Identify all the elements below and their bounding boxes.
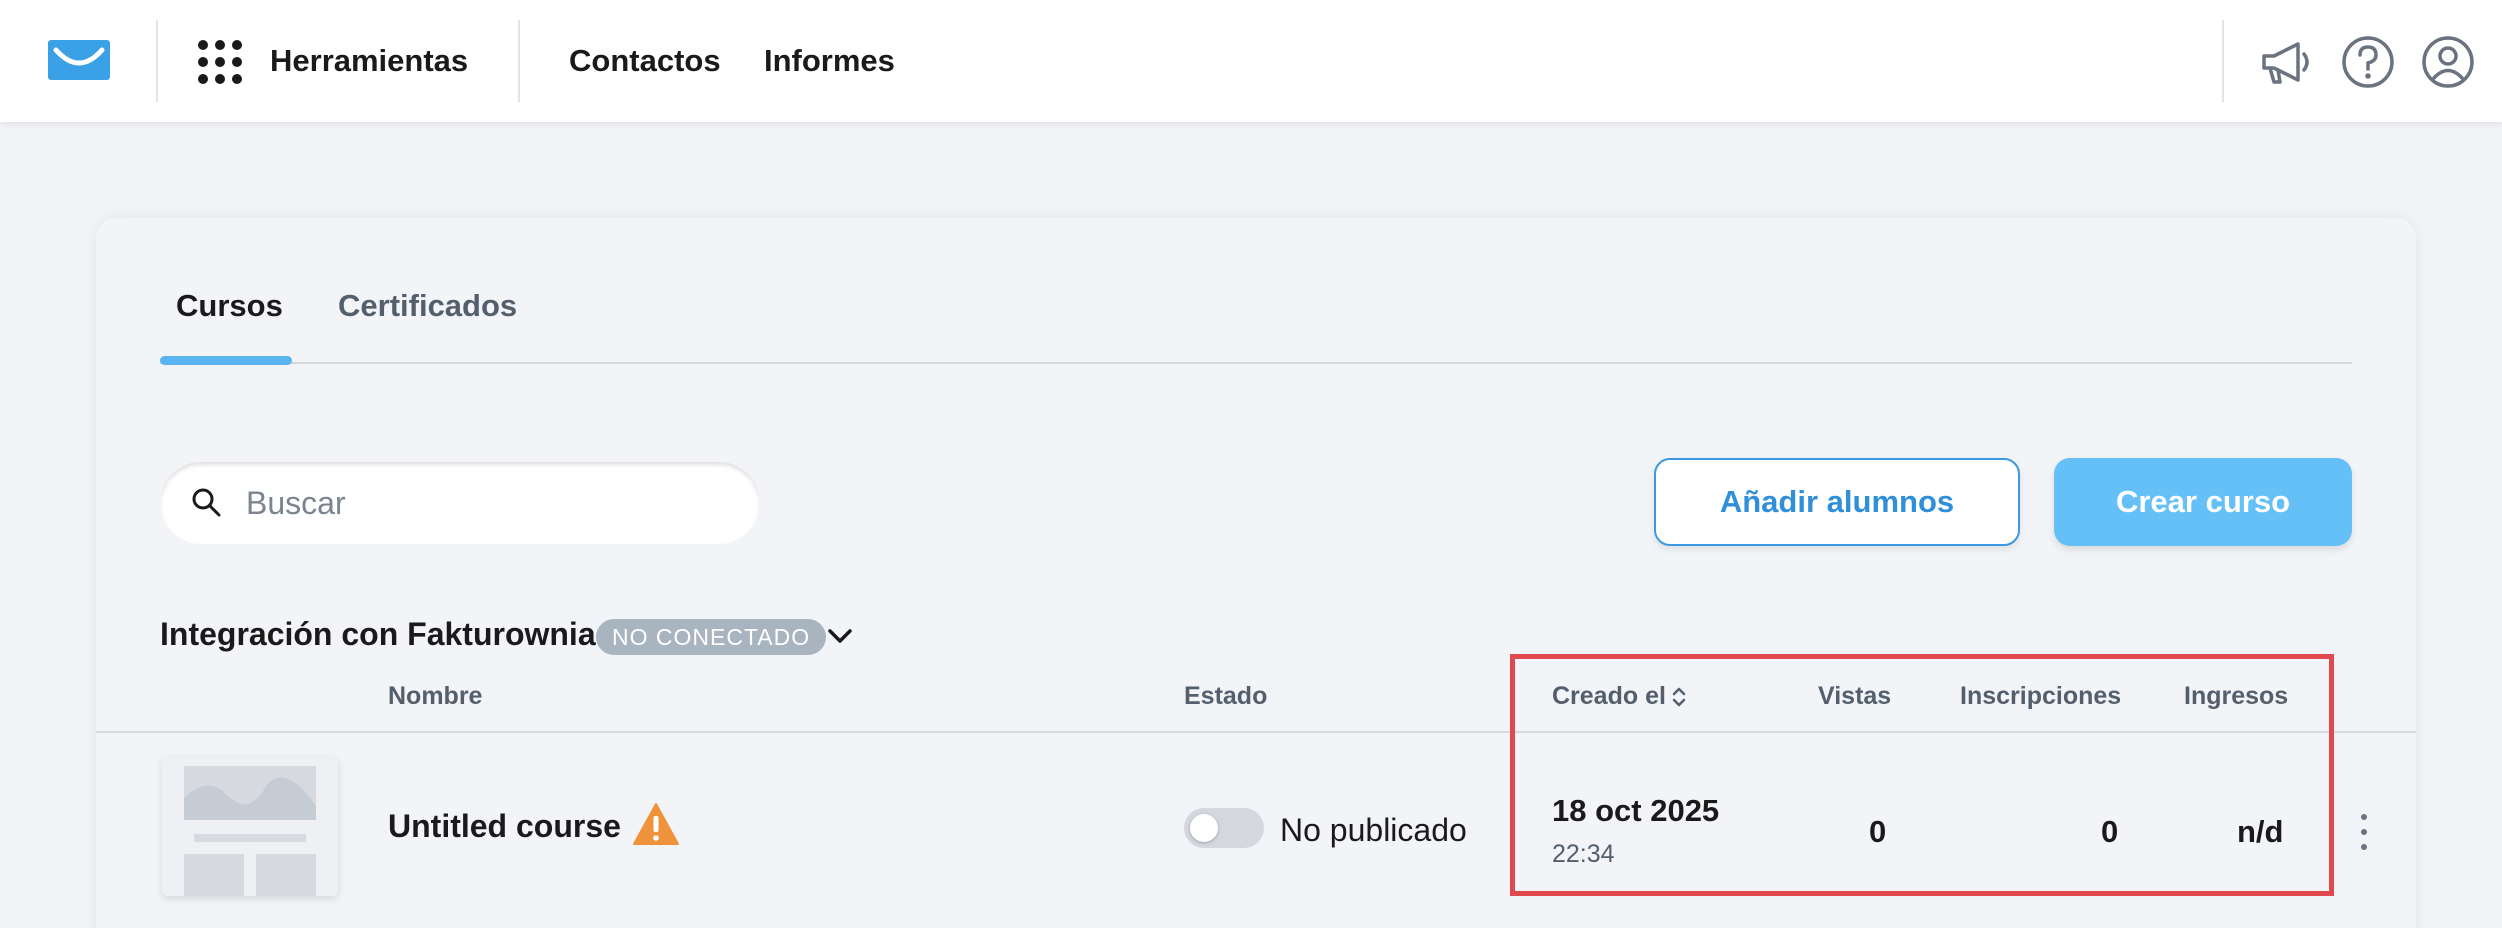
course-thumbnail[interactable] bbox=[162, 756, 338, 896]
megaphone-icon[interactable] bbox=[2256, 32, 2316, 92]
search-input[interactable] bbox=[246, 480, 726, 526]
nav-contacts[interactable]: Contactos bbox=[569, 43, 721, 79]
add-students-button[interactable]: Añadir alumnos bbox=[1654, 458, 2020, 546]
publish-status-text: No publicado bbox=[1280, 812, 1467, 848]
chevron-down-icon[interactable] bbox=[826, 624, 854, 648]
active-tab-indicator bbox=[160, 356, 292, 365]
nav-reports[interactable]: Informes bbox=[764, 43, 895, 79]
toggle-knob bbox=[1190, 814, 1218, 842]
user-profile-icon[interactable] bbox=[2418, 32, 2478, 92]
top-navigation-bar: Herramientas Contactos Informes bbox=[0, 0, 2502, 122]
tab-certificates[interactable]: Certificados bbox=[338, 288, 517, 324]
help-icon[interactable] bbox=[2338, 32, 2398, 92]
column-header-name: Nombre bbox=[388, 682, 483, 710]
search-icon bbox=[192, 488, 221, 517]
apps-grid-icon[interactable] bbox=[198, 40, 242, 84]
tools-menu[interactable]: Herramientas bbox=[270, 43, 468, 79]
divider bbox=[156, 20, 158, 102]
search-box[interactable] bbox=[160, 462, 760, 544]
create-course-button[interactable]: Crear curso bbox=[2054, 458, 2352, 546]
integration-status-badge: NO CONECTADO bbox=[596, 619, 827, 655]
tabs-divider bbox=[160, 362, 2352, 364]
row-more-options-icon[interactable] bbox=[2358, 812, 2370, 852]
tab-courses[interactable]: Cursos bbox=[176, 288, 283, 324]
envelope-logo-icon[interactable] bbox=[48, 40, 110, 80]
course-title[interactable]: Untitled course bbox=[388, 808, 621, 845]
highlight-annotation-box bbox=[1510, 654, 2334, 896]
column-header-status: Estado bbox=[1184, 682, 1268, 710]
integration-title: Integración con Fakturownia bbox=[160, 616, 596, 652]
publish-toggle[interactable] bbox=[1184, 808, 1264, 848]
divider bbox=[518, 20, 520, 102]
warning-icon[interactable] bbox=[632, 802, 680, 846]
divider bbox=[2222, 20, 2224, 102]
